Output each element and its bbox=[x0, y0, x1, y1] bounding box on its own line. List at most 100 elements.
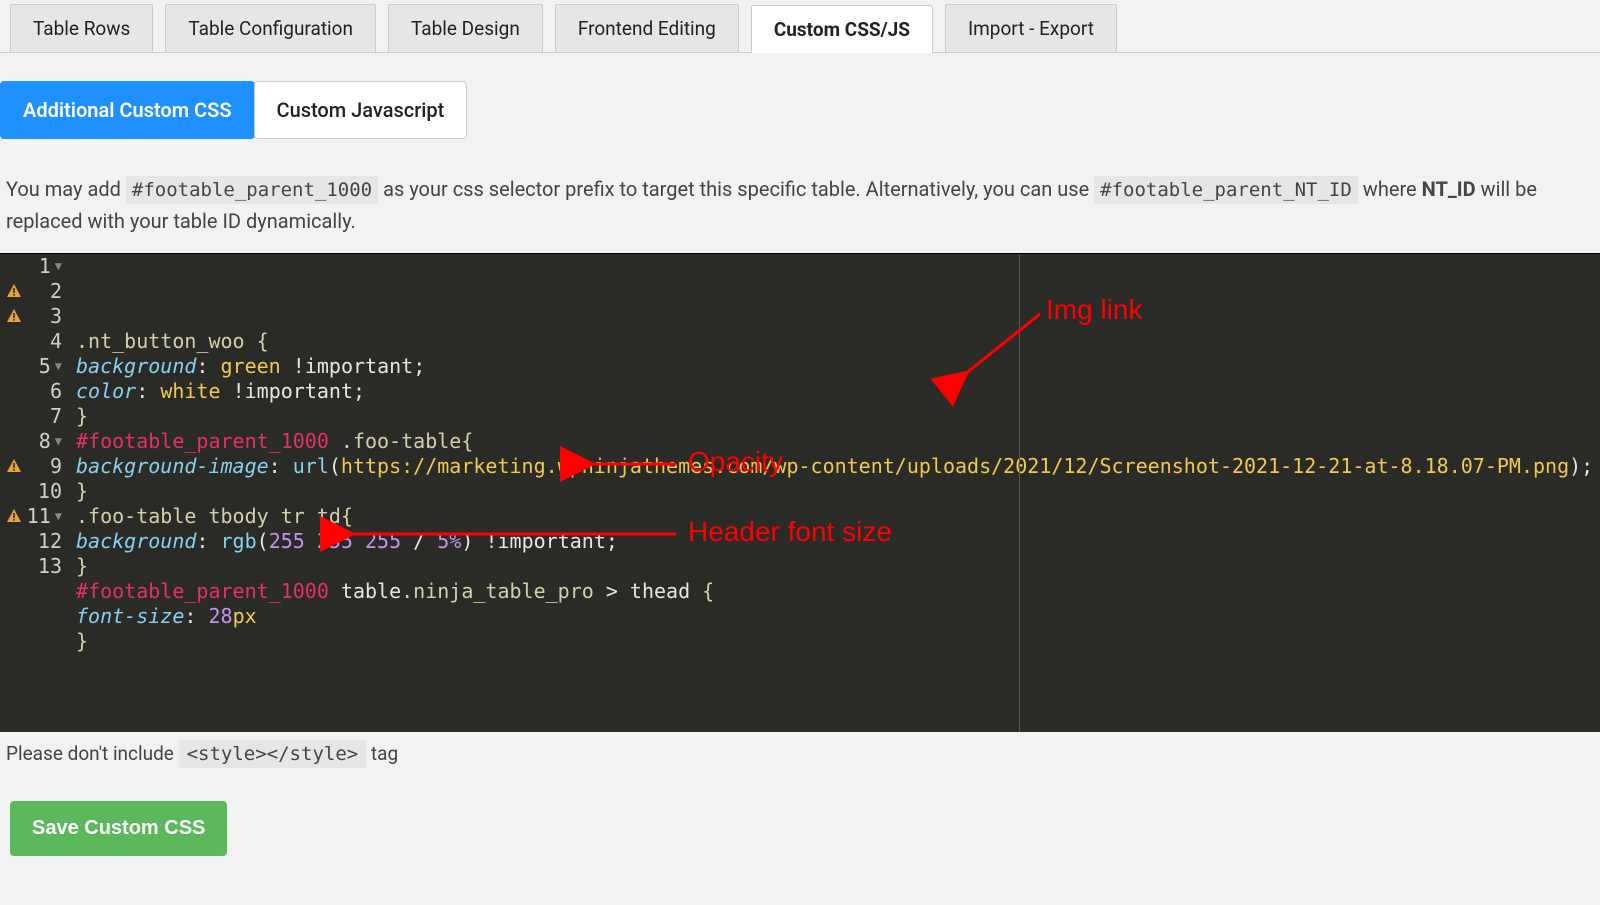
code-token: { bbox=[461, 429, 473, 454]
code-token: : bbox=[196, 529, 220, 554]
tab-table-design[interactable]: Table Design bbox=[388, 4, 543, 52]
tab-import-export[interactable]: Import - Export bbox=[945, 4, 1117, 52]
code-line[interactable]: font-size: 28px bbox=[76, 604, 1600, 629]
code-token: font-size bbox=[76, 604, 184, 629]
gutter-line: 10 bbox=[0, 479, 70, 504]
code-token: { bbox=[702, 579, 714, 604]
code-token: background bbox=[76, 354, 196, 379]
gutter-line: 8▼ bbox=[0, 429, 70, 454]
save-custom-css-button[interactable]: Save Custom CSS bbox=[10, 801, 227, 856]
button-label: Save Custom CSS bbox=[32, 817, 205, 839]
editor-vertical-guide bbox=[1019, 254, 1020, 732]
gutter-line: 7 bbox=[0, 404, 70, 429]
code-line[interactable]: background: rgb(255 255 255 / 5%) !impor… bbox=[76, 529, 1600, 554]
code-token: / bbox=[401, 529, 437, 554]
code-token: px bbox=[233, 604, 257, 629]
code-token: .foo-table bbox=[341, 429, 461, 454]
editor-wrap: 1▼2345▼678▼91011▼1213 .nt_button_woo {ba… bbox=[0, 253, 1600, 732]
code-line[interactable]: } bbox=[76, 554, 1600, 579]
code-token: ; bbox=[413, 354, 425, 379]
code-token: rgb bbox=[221, 529, 257, 554]
warning-icon bbox=[6, 283, 22, 299]
line-number: 1 bbox=[39, 254, 51, 279]
code-token: : bbox=[269, 454, 293, 479]
code-token: ; bbox=[353, 379, 365, 404]
code-token: } bbox=[76, 479, 88, 504]
code-token: ) bbox=[461, 529, 473, 554]
code-token: !important bbox=[473, 529, 605, 554]
line-number: 7 bbox=[50, 404, 62, 429]
code-line[interactable]: } bbox=[76, 404, 1600, 429]
code-token: { bbox=[341, 504, 353, 529]
code-line[interactable]: #footable_parent_1000 .foo-table{ bbox=[76, 429, 1600, 454]
fold-icon[interactable]: ▼ bbox=[55, 354, 62, 379]
code-line[interactable]: #footable_parent_1000 table.ninja_table_… bbox=[76, 579, 1600, 604]
code-token: : bbox=[184, 604, 208, 629]
gutter-line: 9 bbox=[0, 454, 70, 479]
code-token: 255 255 255 bbox=[269, 529, 401, 554]
code-token: green bbox=[221, 354, 281, 379]
code-line[interactable]: color: white !important; bbox=[76, 379, 1600, 404]
fold-icon[interactable]: ▼ bbox=[55, 254, 62, 279]
tab-custom-css-js[interactable]: Custom CSS/JS bbox=[751, 5, 933, 53]
code-line[interactable]: } bbox=[76, 479, 1600, 504]
hint-text: You may add bbox=[6, 177, 126, 201]
tab-label: Custom CSS/JS bbox=[774, 18, 910, 41]
tab-label: Frontend Editing bbox=[578, 17, 716, 40]
code-token: ( bbox=[329, 454, 341, 479]
code-line[interactable]: background-image: url(https://marketing.… bbox=[76, 454, 1600, 479]
code-line[interactable]: } bbox=[76, 629, 1600, 654]
fold-icon[interactable]: ▼ bbox=[55, 429, 62, 454]
hint-text: where bbox=[1363, 177, 1422, 201]
tab-table-rows[interactable]: Table Rows bbox=[10, 4, 153, 52]
editor-code[interactable]: .nt_button_woo {background: green !impor… bbox=[70, 254, 1600, 732]
sub-tab-js[interactable]: Custom Javascript bbox=[254, 81, 468, 139]
gutter-line: 5▼ bbox=[0, 354, 70, 379]
foot-text: tag bbox=[371, 742, 398, 765]
warning-icon bbox=[6, 458, 22, 474]
sub-tab-css[interactable]: Additional Custom CSS bbox=[0, 81, 255, 139]
gutter-line: 1▼ bbox=[0, 254, 70, 279]
tab-frontend-editing[interactable]: Frontend Editing bbox=[555, 4, 739, 52]
code-token: } bbox=[76, 554, 88, 579]
gutter-line: 11▼ bbox=[0, 504, 70, 529]
css-editor[interactable]: 1▼2345▼678▼91011▼1213 .nt_button_woo {ba… bbox=[0, 254, 1600, 732]
code-token: color bbox=[76, 379, 136, 404]
tab-label: Table Configuration bbox=[188, 17, 353, 40]
line-number: 12 bbox=[38, 529, 62, 554]
tab-table-configuration[interactable]: Table Configuration bbox=[165, 4, 376, 52]
code-token: } bbox=[76, 404, 88, 429]
gutter-line: 3 bbox=[0, 304, 70, 329]
code-token: .ninja_table_pro bbox=[401, 579, 594, 604]
top-tabs: Table Rows Table Configuration Table Des… bbox=[0, 0, 1600, 53]
sub-tabs: Additional Custom CSS Custom Javascript bbox=[0, 53, 1600, 139]
code-token: background-image bbox=[76, 454, 269, 479]
code-token: ) bbox=[1569, 454, 1581, 479]
tab-label: Table Design bbox=[411, 17, 520, 40]
code-token: ; bbox=[1581, 454, 1593, 479]
page: Table Rows Table Configuration Table Des… bbox=[0, 0, 1600, 905]
editor-gutter: 1▼2345▼678▼91011▼1213 bbox=[0, 254, 70, 732]
code-token: #footable_parent_1000 bbox=[76, 429, 341, 454]
line-number: 5 bbox=[39, 354, 51, 379]
tab-label: Table Rows bbox=[33, 17, 130, 40]
code-line[interactable]: .nt_button_woo { bbox=[76, 329, 1600, 354]
code-token: } bbox=[76, 629, 88, 654]
footer-note: Please don't include <style></style> tag bbox=[0, 732, 1600, 781]
warning-icon bbox=[6, 508, 22, 524]
gutter-line: 12 bbox=[0, 529, 70, 554]
fold-icon[interactable]: ▼ bbox=[55, 504, 62, 529]
code-token: : bbox=[136, 379, 160, 404]
line-number: 9 bbox=[50, 454, 62, 479]
sub-tab-label: Custom Javascript bbox=[277, 98, 445, 122]
gutter-line: 13 bbox=[0, 554, 70, 579]
line-number: 8 bbox=[39, 429, 51, 454]
hint-bold: NT_ID bbox=[1422, 177, 1476, 201]
code-token: white bbox=[160, 379, 220, 404]
code-line[interactable]: .foo-table tbody tr td{ bbox=[76, 504, 1600, 529]
gutter-line: 4 bbox=[0, 329, 70, 354]
code-line[interactable]: background: green !important; bbox=[76, 354, 1600, 379]
code-token: : bbox=[196, 354, 220, 379]
code-token: ; bbox=[606, 529, 618, 554]
code-token: background bbox=[76, 529, 196, 554]
